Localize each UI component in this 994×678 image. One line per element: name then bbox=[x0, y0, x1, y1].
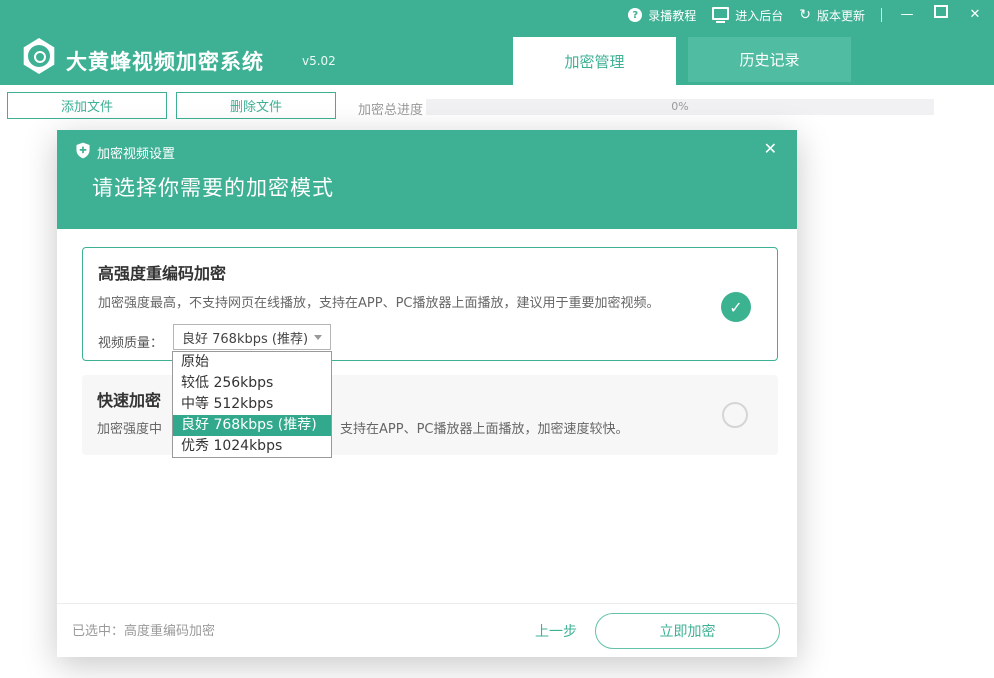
chevron-down-icon bbox=[314, 335, 322, 340]
back-step-link[interactable]: 上一步 bbox=[535, 621, 577, 641]
backend-label: 进入后台 bbox=[735, 7, 783, 24]
logo-lens-ring bbox=[34, 51, 46, 63]
fast-card-title: 快速加密 bbox=[97, 387, 161, 411]
app-version: v5.02 bbox=[302, 54, 336, 68]
update-menu-item[interactable]: ↻ 版本更新 bbox=[799, 7, 865, 24]
help-icon: ? bbox=[628, 8, 642, 22]
dropdown-option[interactable]: 原始 bbox=[173, 352, 331, 373]
fast-card-desc-suffix: 支持在APP、PC播放器上面播放，加密速度较快。 bbox=[340, 418, 629, 437]
dialog-header: 加密视频设置 ✕ 请选择你需要的加密模式 bbox=[57, 130, 797, 229]
tab-history[interactable]: 历史记录 bbox=[688, 37, 851, 82]
encrypt-settings-dialog: 加密视频设置 ✕ 请选择你需要的加密模式 高强度重编码加密 加密强度最高，不支持… bbox=[57, 130, 797, 657]
footer-divider bbox=[57, 603, 797, 604]
minimize-button[interactable]: — bbox=[898, 5, 916, 25]
tutorial-menu-item[interactable]: ? 录播教程 bbox=[628, 7, 696, 24]
dropdown-option-highlighted[interactable]: 良好 768kbps (推荐) bbox=[173, 415, 331, 436]
fast-card-radio[interactable] bbox=[722, 402, 748, 428]
tutorial-label: 录播教程 bbox=[648, 7, 696, 24]
tab-encrypt-management[interactable]: 加密管理 bbox=[513, 37, 676, 85]
backend-menu-item[interactable]: 进入后台 bbox=[712, 7, 783, 24]
mode-card-high-strength[interactable]: 高强度重编码加密 加密强度最高，不支持网页在线播放，支持在APP、PC播放器上面… bbox=[82, 247, 778, 361]
maximize-button[interactable] bbox=[932, 5, 950, 25]
delete-file-button[interactable]: 删除文件 bbox=[176, 92, 336, 119]
update-label: 版本更新 bbox=[817, 7, 865, 24]
video-quality-select[interactable]: 良好 768kbps (推荐) bbox=[173, 324, 331, 350]
high-card-title: 高强度重编码加密 bbox=[98, 260, 226, 284]
add-file-button[interactable]: 添加文件 bbox=[7, 92, 167, 119]
encrypt-now-button[interactable]: 立即加密 bbox=[595, 613, 780, 649]
maximize-icon bbox=[934, 5, 948, 18]
app-title: 大黄蜂视频加密系统 bbox=[66, 46, 264, 76]
selected-check-icon[interactable]: ✓ bbox=[721, 292, 751, 322]
video-quality-value: 良好 768kbps (推荐) bbox=[182, 328, 308, 347]
dialog-close-icon[interactable]: ✕ bbox=[764, 139, 777, 158]
video-quality-label: 视频质量： bbox=[98, 332, 163, 351]
dropdown-option[interactable]: 较低 256kbps bbox=[173, 373, 331, 394]
titlebar-menu: ? 录播教程 进入后台 ↻ 版本更新 — ✕ bbox=[628, 4, 984, 26]
monitor-icon bbox=[712, 7, 729, 20]
dropdown-option[interactable]: 优秀 1024kbps bbox=[173, 436, 331, 457]
selected-mode-text: 已选中：高度重编码加密 bbox=[72, 620, 215, 639]
dialog-heading: 请选择你需要的加密模式 bbox=[92, 172, 334, 202]
total-progress-bar: 0% bbox=[426, 99, 934, 115]
refresh-icon: ↻ bbox=[799, 8, 811, 22]
shield-plus-icon bbox=[75, 142, 91, 159]
menu-divider bbox=[881, 8, 882, 22]
app-logo-icon bbox=[22, 38, 56, 74]
quality-dropdown-list: 原始 较低 256kbps 中等 512kbps 良好 768kbps (推荐)… bbox=[172, 351, 332, 458]
close-window-button[interactable]: ✕ bbox=[966, 5, 984, 25]
fast-card-desc-prefix: 加密强度中 bbox=[97, 418, 162, 437]
progress-label: 加密总进度 bbox=[358, 99, 423, 118]
high-card-desc: 加密强度最高，不支持网页在线播放，支持在APP、PC播放器上面播放，建议用于重要… bbox=[98, 292, 660, 311]
dropdown-option[interactable]: 中等 512kbps bbox=[173, 394, 331, 415]
dialog-title: 加密视频设置 bbox=[97, 143, 175, 162]
